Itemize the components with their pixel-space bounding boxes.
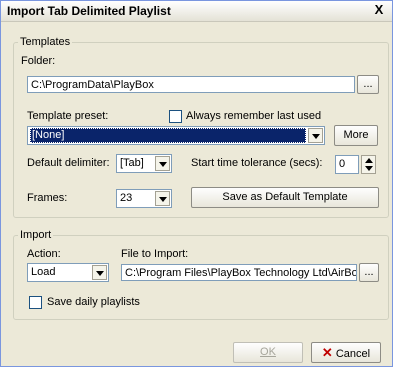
close-icon[interactable]: X	[372, 3, 386, 17]
cancel-label: Cancel	[335, 348, 371, 360]
always-remember-checkbox[interactable]	[169, 110, 182, 123]
folder-input[interactable]: C:\ProgramData\PlayBox	[27, 76, 355, 93]
start-time-tolerance-label: Start time tolerance (secs):	[191, 157, 323, 169]
template-preset-label: Template preset:	[27, 110, 109, 122]
more-button[interactable]: More	[334, 125, 378, 146]
save-default-template-button[interactable]: Save as Default Template	[191, 187, 379, 208]
folder-browse-button[interactable]: ...	[357, 75, 379, 94]
delimiter-select[interactable]: [Tab]	[116, 154, 172, 173]
save-daily-playlists-checkbox[interactable]	[29, 296, 42, 309]
file-to-import-label: File to Import:	[121, 248, 189, 260]
delimiter-value: [Tab]	[120, 157, 144, 169]
import-legend: Import	[20, 229, 52, 241]
frames-label: Frames:	[27, 192, 68, 204]
action-value: Load	[31, 266, 56, 278]
title-bar: Import Tab Delimited Playlist X	[1, 1, 392, 22]
default-delimiter-label: Default delimiter:	[27, 157, 110, 169]
frames-select[interactable]: 23	[116, 189, 172, 208]
file-browse-button[interactable]: ...	[359, 263, 379, 282]
ok-label: OK	[260, 346, 276, 358]
spin-up-icon[interactable]	[365, 158, 373, 163]
tolerance-input[interactable]: 0	[335, 155, 359, 174]
import-dialog: Import Tab Delimited Playlist X Template…	[0, 0, 393, 367]
tolerance-spinner[interactable]	[361, 155, 376, 174]
save-daily-playlists-label: Save daily playlists	[47, 296, 140, 308]
ok-button[interactable]: OK	[233, 342, 303, 363]
cancel-button[interactable]: ✕ Cancel	[311, 342, 381, 363]
action-select[interactable]: Load	[27, 263, 109, 282]
chevron-down-icon[interactable]	[155, 156, 170, 171]
action-label: Action:	[27, 248, 61, 260]
chevron-down-icon[interactable]	[155, 191, 170, 206]
template-preset-select[interactable]: [None]	[27, 126, 325, 145]
chevron-down-icon[interactable]	[308, 128, 323, 143]
chevron-down-icon[interactable]	[92, 265, 107, 280]
x-icon: ✕	[321, 345, 333, 360]
templates-legend: Templates	[20, 36, 71, 48]
folder-label: Folder:	[21, 55, 56, 67]
template-preset-value: [None]	[30, 128, 306, 143]
frames-value: 23	[120, 192, 133, 204]
spin-down-icon[interactable]	[365, 166, 373, 171]
file-to-import-input[interactable]: C:\Program Files\PlayBox Technology Ltd\…	[121, 264, 357, 281]
window-title: Import Tab Delimited Playlist	[7, 4, 171, 18]
always-remember-label: Always remember last used	[186, 110, 322, 122]
